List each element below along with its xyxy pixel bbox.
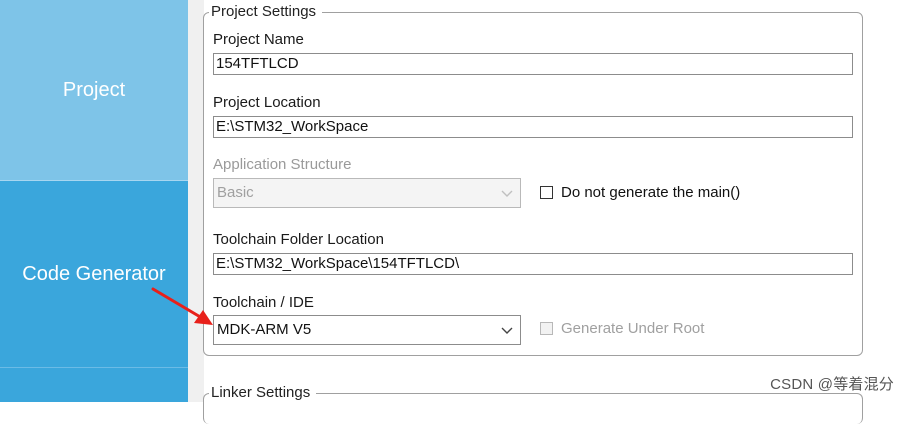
checkbox-box [540, 322, 553, 335]
sidebar: Project Code Generator [0, 0, 188, 402]
project-location-label: Project Location [213, 94, 321, 111]
linker-settings-legend: Linker Settings [209, 385, 317, 401]
project-name-input[interactable]: 154TFTLCD [213, 53, 853, 75]
chevron-down-icon [501, 190, 513, 197]
panel-gutter [188, 0, 204, 402]
generate-under-root-checkbox: Generate Under Root [540, 320, 704, 337]
chevron-down-icon [501, 327, 513, 334]
sidebar-item-advanced-settings[interactable] [0, 368, 188, 402]
toolchain-ide-select[interactable]: MDK-ARM V5 [213, 315, 521, 345]
project-location-input[interactable]: E:\STM32_WorkSpace [213, 116, 853, 138]
annotation-arrow-icon [151, 287, 213, 325]
sidebar-item-label: Code Generator [22, 262, 166, 285]
project-settings-group: Project Settings Project Name 154TFTLCD … [203, 4, 863, 356]
toolchain-folder-input[interactable]: E:\STM32_WorkSpace\154TFTLCD\ [213, 253, 853, 275]
do-not-generate-main-checkbox[interactable]: Do not generate the main() [540, 184, 740, 201]
project-settings-legend: Project Settings [209, 4, 323, 20]
toolchain-ide-label: Toolchain / IDE [213, 294, 314, 311]
application-structure-label: Application Structure [213, 156, 352, 173]
sidebar-item-label: Project [62, 78, 126, 101]
toolchain-folder-label: Toolchain Folder Location [213, 231, 384, 248]
generate-under-root-label: Generate Under Root [561, 320, 705, 337]
application-structure-value: Basic [217, 184, 254, 201]
sidebar-item-code-generator[interactable]: Code Generator [0, 181, 188, 368]
do-not-generate-main-label: Do not generate the main() [561, 184, 741, 201]
linker-settings-group: Linker Settings [203, 385, 863, 424]
toolchain-ide-value: MDK-ARM V5 [217, 321, 312, 338]
project-name-label: Project Name [213, 31, 304, 48]
application-structure-select: Basic [213, 178, 521, 208]
sidebar-item-project[interactable]: Project [0, 0, 188, 181]
checkbox-box[interactable] [540, 186, 553, 199]
watermark: CSDN @等着混分 [770, 376, 894, 393]
